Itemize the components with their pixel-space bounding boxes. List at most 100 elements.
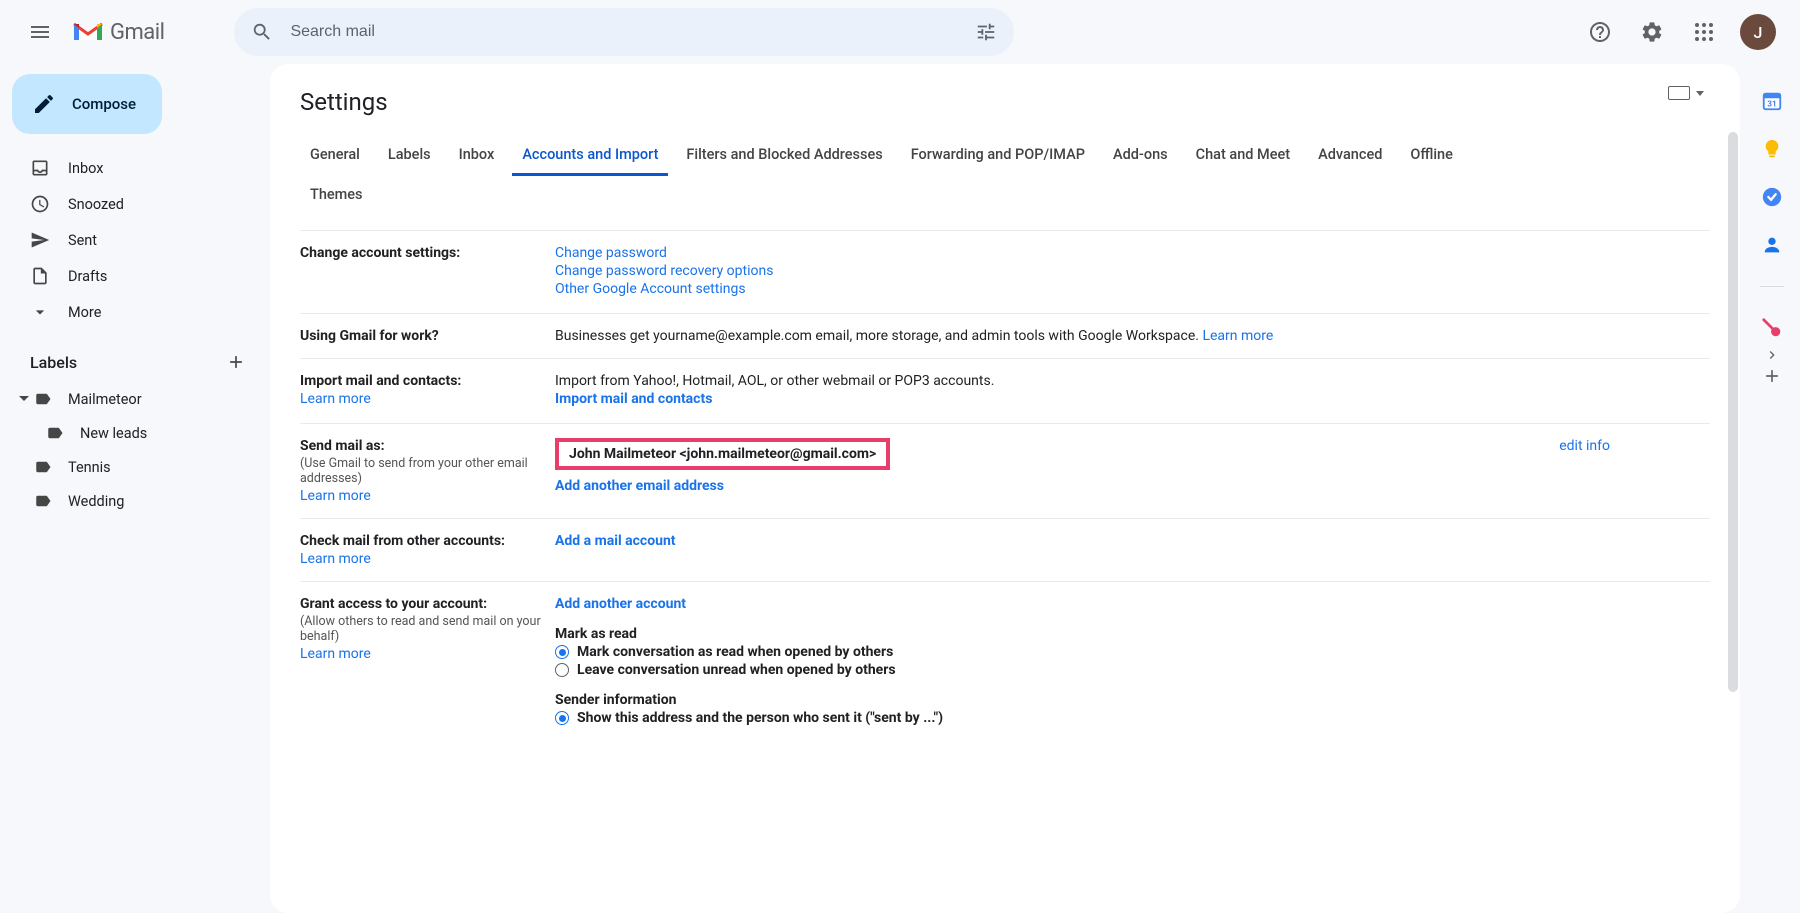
add-label-button[interactable]	[222, 348, 250, 376]
expand-caret[interactable]	[18, 394, 30, 404]
custom-addon[interactable]	[1761, 317, 1783, 339]
apps-icon	[1692, 20, 1716, 44]
tab-offline[interactable]: Offline	[1400, 136, 1463, 176]
tab-forwarding[interactable]: Forwarding and POP/IMAP	[901, 136, 1095, 176]
calendar-icon: 31	[1761, 90, 1783, 112]
section-change-account: Change account settings: Change password…	[300, 230, 1710, 313]
link-checkmail-learn[interactable]: Learn more	[300, 551, 545, 567]
tasks-addon[interactable]	[1761, 186, 1783, 208]
label-icon	[34, 458, 52, 476]
hamburger-icon	[28, 20, 52, 44]
tab-advanced[interactable]: Advanced	[1308, 136, 1392, 176]
apps-button[interactable]	[1682, 10, 1726, 54]
link-add-mail-account[interactable]: Add a mail account	[555, 533, 676, 549]
tab-accounts-import[interactable]: Accounts and Import	[512, 136, 668, 176]
chevron-down-icon	[30, 302, 50, 322]
nav-label: Drafts	[68, 268, 107, 285]
nav-sent[interactable]: Sent	[6, 222, 256, 258]
section-label: Change account settings:	[300, 245, 555, 299]
keyboard-icon	[1668, 86, 1690, 100]
account-avatar[interactable]: J	[1740, 14, 1776, 50]
labels-header: Labels	[6, 330, 270, 382]
avatar-initial: J	[1754, 23, 1763, 42]
logo-text: Gmail	[110, 20, 164, 45]
sender-info-header: Sender information	[555, 692, 1710, 708]
support-button[interactable]	[1578, 10, 1622, 54]
gmail-logo[interactable]: Gmail	[72, 20, 164, 45]
tab-addons[interactable]: Add-ons	[1103, 136, 1178, 176]
collapse-panel-button[interactable]	[1760, 343, 1784, 367]
get-addons-button[interactable]	[1761, 365, 1783, 387]
section-grant-access: Grant access to your account: (Allow oth…	[300, 581, 1710, 740]
link-add-email-address[interactable]: Add another email address	[555, 478, 724, 494]
nav-label: Snoozed	[68, 196, 124, 213]
search-options-button[interactable]	[966, 12, 1006, 52]
tab-labels[interactable]: Labels	[378, 136, 441, 176]
link-other-settings[interactable]: Other Google Account settings	[555, 281, 746, 297]
search-button[interactable]	[242, 12, 282, 52]
link-change-recovery[interactable]: Change password recovery options	[555, 263, 773, 279]
label-icon	[34, 492, 52, 510]
inbox-icon	[30, 158, 50, 178]
contacts-addon[interactable]	[1761, 234, 1783, 256]
menu-button[interactable]	[16, 8, 64, 56]
section-label: Using Gmail for work?	[300, 328, 555, 344]
radio-label: Show this address and the person who sen…	[577, 710, 943, 726]
page-title: Settings	[300, 88, 1710, 116]
calendar-addon[interactable]: 31	[1761, 90, 1783, 112]
help-icon	[1588, 20, 1612, 44]
search-bar	[234, 8, 1014, 56]
side-panel: 31	[1744, 74, 1800, 387]
link-change-password[interactable]: Change password	[555, 245, 667, 261]
link-import-learn[interactable]: Learn more	[300, 391, 545, 407]
tab-general[interactable]: General	[300, 136, 370, 176]
sidebar: Compose Inbox Snoozed Sent Drafts More L…	[0, 64, 270, 913]
label-newleads[interactable]: New leads	[6, 416, 270, 450]
radio-label: Leave conversation unread when opened by…	[577, 662, 896, 678]
section-label-text: Check mail from other accounts:	[300, 533, 505, 549]
radio-show-address-and-person[interactable]: Show this address and the person who sen…	[555, 710, 1710, 726]
compose-button[interactable]: Compose	[12, 74, 162, 134]
svg-text:31: 31	[1767, 100, 1776, 110]
label-icon	[46, 424, 64, 442]
section-label-text: Send mail as:	[300, 438, 385, 454]
send-icon	[30, 230, 50, 250]
label-mailmeteor[interactable]: Mailmeteor	[6, 382, 270, 416]
keep-icon	[1761, 138, 1783, 160]
link-workspace-learn[interactable]: Learn more	[1202, 328, 1273, 344]
link-add-another-account[interactable]: Add another account	[555, 596, 686, 612]
link-import-contacts[interactable]: Import mail and contacts	[555, 391, 712, 407]
nav-more[interactable]: More	[6, 294, 256, 330]
labels-title: Labels	[30, 353, 77, 372]
search-input[interactable]	[282, 23, 966, 41]
clock-icon	[30, 194, 50, 214]
settings-button[interactable]	[1630, 10, 1674, 54]
label-text: Tennis	[68, 459, 111, 476]
link-edit-info[interactable]: edit info	[1559, 438, 1610, 454]
tab-themes[interactable]: Themes	[300, 176, 373, 216]
scrollbar-thumb[interactable]	[1728, 132, 1738, 692]
nav-inbox[interactable]: Inbox	[6, 150, 256, 186]
nav-drafts[interactable]: Drafts	[6, 258, 256, 294]
nav-snoozed[interactable]: Snoozed	[6, 186, 256, 222]
radio-mark-read[interactable]: Mark conversation as read when opened by…	[555, 644, 1710, 660]
label-text: Wedding	[68, 493, 124, 510]
link-grant-learn[interactable]: Learn more	[300, 646, 545, 662]
tab-filters[interactable]: Filters and Blocked Addresses	[676, 136, 892, 176]
label-wedding[interactable]: Wedding	[6, 484, 270, 518]
meteor-icon	[1761, 317, 1783, 339]
section-label-text: Grant access to your account:	[300, 596, 487, 612]
keep-addon[interactable]	[1761, 138, 1783, 160]
radio-label: Mark conversation as read when opened by…	[577, 644, 893, 660]
density-toggle[interactable]	[1668, 86, 1704, 100]
tune-icon	[975, 21, 997, 43]
panel-divider	[1760, 286, 1784, 287]
link-sendmail-learn[interactable]: Learn more	[300, 488, 545, 504]
radio-leave-unread[interactable]: Leave conversation unread when opened by…	[555, 662, 1710, 678]
tab-inbox[interactable]: Inbox	[449, 136, 505, 176]
section-sublabel: (Allow others to read and send mail on y…	[300, 614, 545, 644]
section-import-mail: Import mail and contacts: Learn more Imp…	[300, 358, 1710, 423]
label-tennis[interactable]: Tennis	[6, 450, 270, 484]
tab-chat[interactable]: Chat and Meet	[1186, 136, 1300, 176]
radio-icon	[555, 645, 569, 659]
